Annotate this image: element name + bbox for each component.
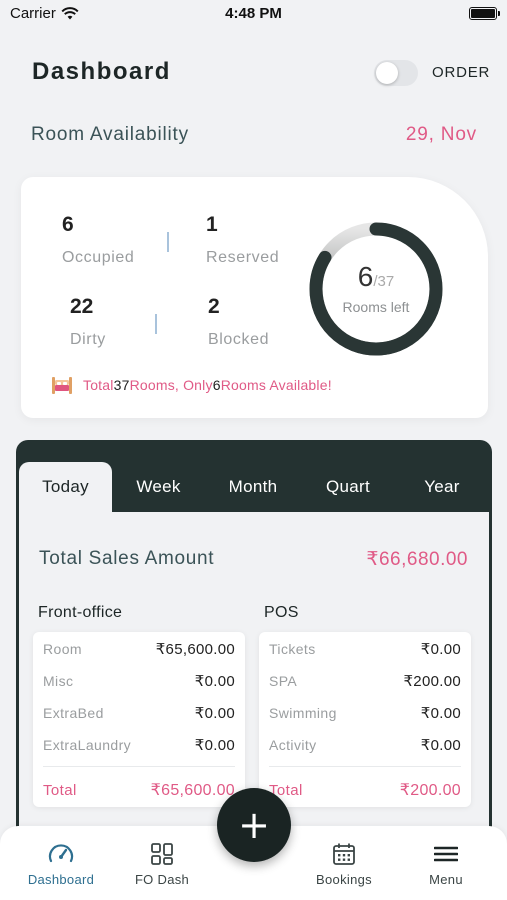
rooms-left-value: 6 (357, 261, 374, 292)
row-label: Activity (269, 737, 317, 753)
rooms-left-label: Rooms left (342, 299, 410, 315)
nav-bookings[interactable]: Bookings (299, 842, 389, 887)
row-label: ExtraLaundry (43, 737, 132, 753)
total-label: Total (43, 781, 77, 799)
nav-label: FO Dash (134, 872, 190, 887)
pos-title: POS (264, 604, 299, 621)
nav-label: Dashboard (27, 872, 95, 887)
summary-available: 6 (212, 377, 221, 393)
row-label: SPA (269, 673, 298, 689)
reserved-count: 1 (206, 213, 218, 236)
total-value: ₹65,600.00 (150, 782, 235, 799)
tab-today[interactable]: Today (19, 462, 112, 512)
speedometer-icon (48, 844, 74, 863)
summary-prefix: Total (83, 377, 114, 393)
pos-breakdown: Tickets ₹0.00 SPA ₹200.00 Swimming ₹0.00… (259, 632, 471, 807)
row-value: ₹0.00 (420, 641, 461, 658)
status-bar: Carrier 4:48 PM (0, 0, 507, 28)
plus-icon: + (238, 803, 270, 847)
summary-middle: Rooms, Only (129, 377, 213, 393)
breakdown-row: Misc ₹0.00 (43, 671, 235, 691)
breakdown-row: Swimming ₹0.00 (269, 703, 461, 723)
occupied-count: 6 (62, 213, 74, 236)
row-value: ₹0.00 (420, 737, 461, 754)
room-availability-card: 6 Occupied 1 Reserved 22 Dirty 2 Blocked… (21, 177, 488, 418)
row-label: Misc (43, 673, 74, 689)
total-value: ₹200.00 (399, 782, 461, 799)
row-value: ₹0.00 (420, 705, 461, 722)
room-availability-title: Room Availability (31, 124, 189, 145)
row-label: Swimming (269, 705, 337, 721)
stat-divider (167, 232, 169, 252)
dirty-label: Dirty (70, 331, 106, 348)
divider (269, 766, 461, 767)
breakdown-total-row: Total ₹200.00 (269, 780, 461, 800)
reserved-label: Reserved (206, 249, 280, 266)
toggle-knob (376, 62, 398, 84)
period-tabs: Today Week Month Quart Year (16, 462, 492, 512)
nav-fo-dash[interactable]: FO Dash (117, 842, 207, 887)
nav-menu[interactable]: Menu (401, 842, 491, 887)
hamburger-menu-icon (434, 846, 458, 862)
row-value: ₹0.00 (194, 673, 235, 690)
breakdown-row: ExtraBed ₹0.00 (43, 703, 235, 723)
breakdown-row: Room ₹65,600.00 (43, 639, 235, 659)
breakdown-row: SPA ₹200.00 (269, 671, 461, 691)
order-toggle[interactable] (374, 60, 418, 86)
availability-date[interactable]: 29, Nov (406, 124, 477, 146)
occupied-label: Occupied (62, 249, 135, 266)
nav-label: Menu (429, 872, 463, 887)
breakdown-row: Tickets ₹0.00 (269, 639, 461, 659)
availability-summary: Total 37 Rooms, Only 6 Rooms Available! (51, 375, 332, 395)
add-button[interactable]: + (217, 788, 291, 862)
order-toggle-label: ORDER (432, 64, 491, 81)
calendar-icon (333, 843, 355, 865)
stat-divider (155, 314, 157, 334)
blocked-label: Blocked (208, 331, 270, 348)
tab-week[interactable]: Week (112, 462, 205, 512)
blocked-count: 2 (208, 295, 220, 318)
breakdown-total-row: Total ₹65,600.00 (43, 780, 235, 800)
row-value: ₹0.00 (194, 737, 235, 754)
rooms-total-value: /37 (373, 273, 395, 290)
front-office-breakdown: Room ₹65,600.00 Misc ₹0.00 ExtraBed ₹0.0… (33, 632, 245, 807)
row-label: Tickets (269, 641, 316, 657)
breakdown-row: ExtraLaundry ₹0.00 (43, 735, 235, 755)
grid-icon (151, 843, 173, 865)
total-sales-label: Total Sales Amount (39, 548, 215, 569)
row-label: ExtraBed (43, 705, 104, 721)
row-label: Room (43, 641, 82, 657)
row-value: ₹65,600.00 (155, 641, 235, 658)
summary-total: 37 (113, 377, 130, 393)
nav-label: Bookings (316, 872, 372, 887)
summary-suffix: Rooms Available! (220, 377, 332, 393)
tab-month[interactable]: Month (205, 462, 301, 512)
row-value: ₹0.00 (194, 705, 235, 722)
tab-year[interactable]: Year (395, 462, 489, 512)
divider (43, 766, 235, 767)
clock: 4:48 PM (225, 5, 282, 22)
page-title: Dashboard (32, 58, 171, 85)
front-office-title: Front-office (38, 604, 123, 621)
row-value: ₹200.00 (403, 673, 461, 690)
nav-dashboard[interactable]: Dashboard (16, 842, 106, 887)
total-sales-value: ₹66,680.00 (366, 549, 468, 570)
breakdown-row: Activity ₹0.00 (269, 735, 461, 755)
battery-icon (469, 7, 500, 20)
dirty-count: 22 (70, 295, 94, 318)
rooms-left-count: 6/37 (306, 261, 446, 293)
tab-quarter[interactable]: Quart (301, 462, 395, 512)
bed-icon (52, 377, 72, 394)
